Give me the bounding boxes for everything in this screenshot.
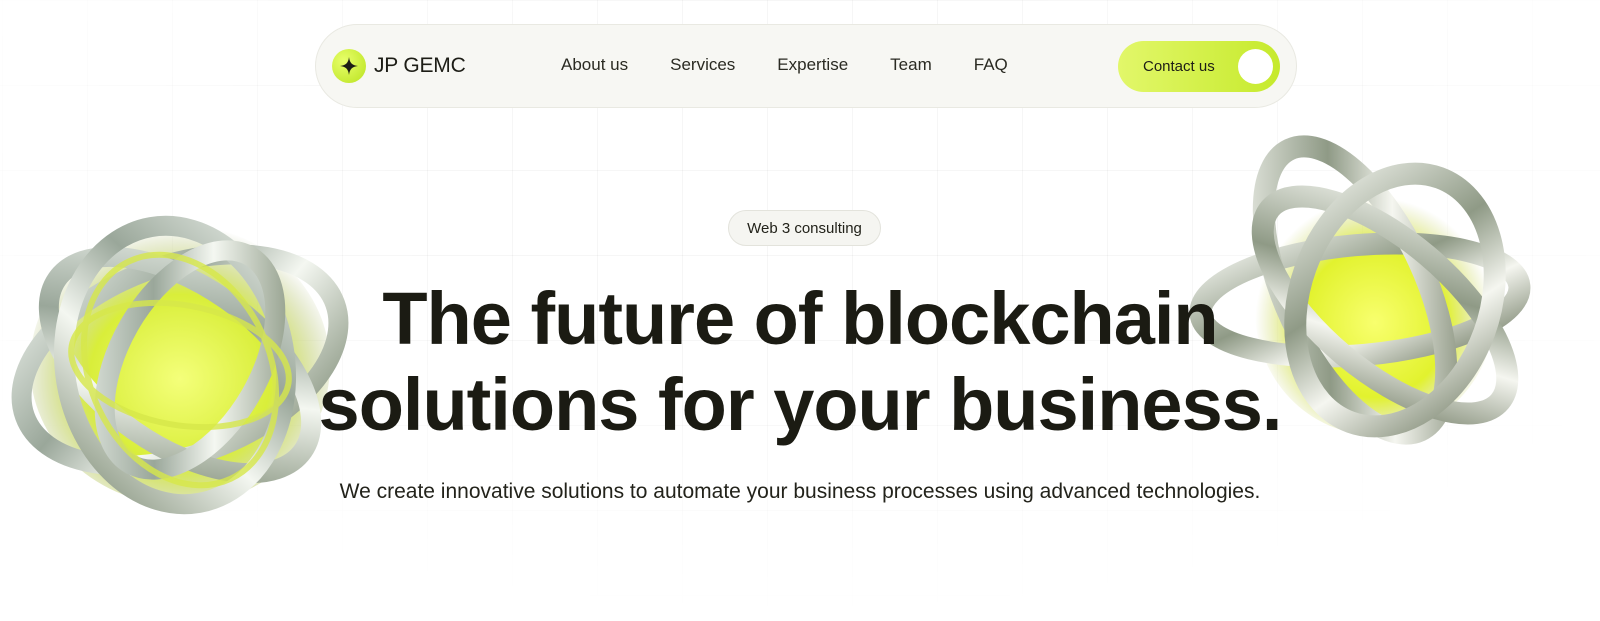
hero-subtext: We create innovative solutions to automa… xyxy=(339,480,1261,503)
nav-link-expertise[interactable]: Expertise xyxy=(777,55,848,75)
top-navbar: JP GEMC About us Services Expertise Team… xyxy=(315,24,1297,108)
contact-us-button[interactable]: Contact us xyxy=(1118,41,1280,92)
nav-links: About us Services Expertise Team FAQ xyxy=(561,55,1050,75)
contact-us-label: Contact us xyxy=(1143,58,1215,75)
nav-link-faq[interactable]: FAQ xyxy=(974,55,1008,75)
contact-dot-icon xyxy=(1238,49,1273,84)
web3-consulting-badge: Web 3 consulting xyxy=(728,210,881,246)
nav-link-about-us[interactable]: About us xyxy=(561,55,628,75)
nav-link-services[interactable]: Services xyxy=(670,55,735,75)
nav-link-team[interactable]: Team xyxy=(890,55,932,75)
hero-headline-line2: solutions for your business. xyxy=(318,363,1283,446)
hero-headline: The future of blockchain solutions for y… xyxy=(300,276,1300,448)
hero-headline-line1: The future of blockchain xyxy=(382,277,1218,360)
sparkle-icon xyxy=(332,49,366,83)
brand-logo[interactable]: JP GEMC xyxy=(332,49,466,83)
brand-name: JP GEMC xyxy=(374,54,466,77)
